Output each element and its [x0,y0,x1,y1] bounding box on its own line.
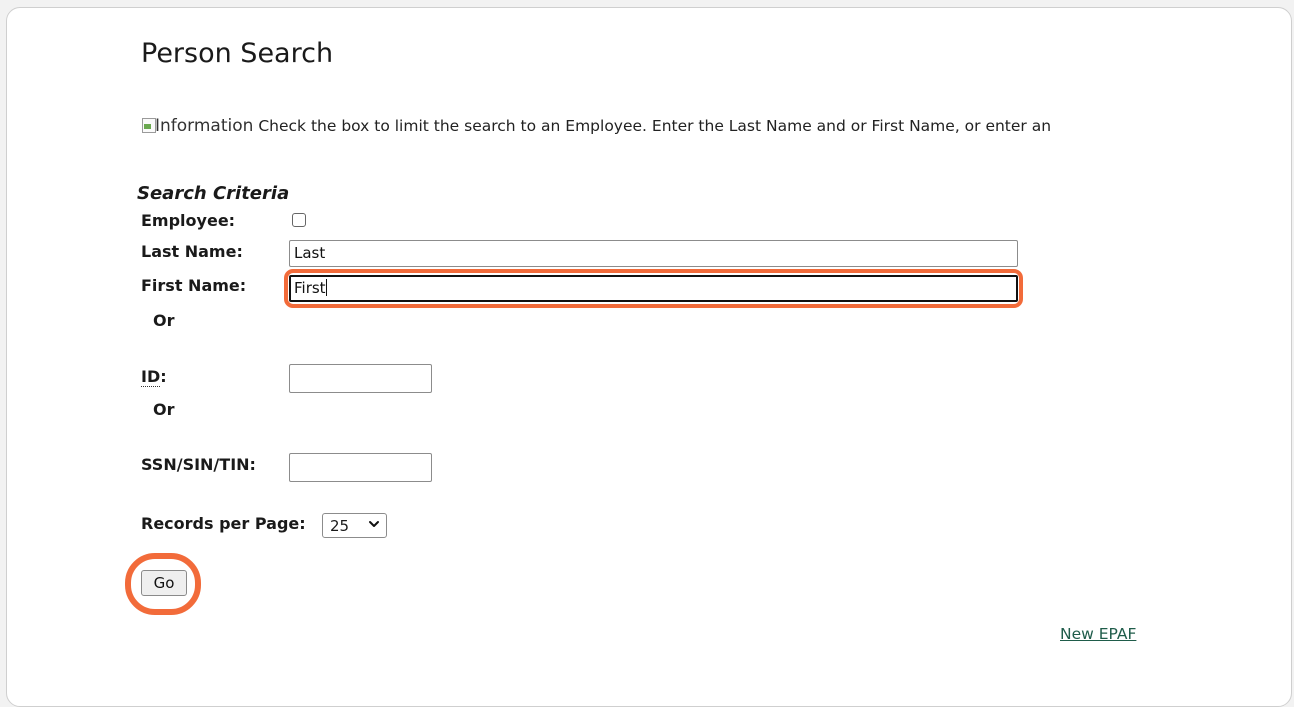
id-abbr: ID [141,367,161,387]
employee-label: Employee: [141,211,236,230]
first-name-label: First Name: [141,276,247,295]
page-frame [6,7,1292,707]
id-label: ID: [141,367,167,387]
employee-checkbox[interactable] [292,213,306,227]
first-name-input[interactable]: First [289,275,1018,302]
chevron-down-icon [369,521,379,527]
id-colon: : [160,367,167,386]
first-name-value: First [294,279,326,297]
last-name-label: Last Name: [141,242,243,261]
go-button[interactable]: Go [141,570,187,596]
last-name-value: Last [294,244,326,262]
records-per-page-value: 25 [330,517,350,535]
id-input[interactable] [289,364,432,393]
last-name-input[interactable]: Last [289,240,1018,267]
search-criteria-heading: Search Criteria [137,183,290,204]
text-caret [325,279,327,296]
records-per-page-select[interactable]: 25 [322,513,387,538]
page-title: Person Search [141,38,334,69]
information-icon: Information [141,116,253,136]
information-icon-alt: Information [155,116,254,136]
or-label: Or [153,400,175,419]
info-text: Check the box to limit the search to an … [258,117,1052,135]
ssn-label: SSN/SIN/TIN: [141,455,256,474]
or-label: Or [153,311,175,330]
records-per-page-label: Records per Page: [141,514,306,533]
new-epaf-link[interactable]: New EPAF [1060,625,1136,643]
info-message: Information Check the box to limit the s… [141,116,1051,136]
ssn-input[interactable] [289,453,432,482]
